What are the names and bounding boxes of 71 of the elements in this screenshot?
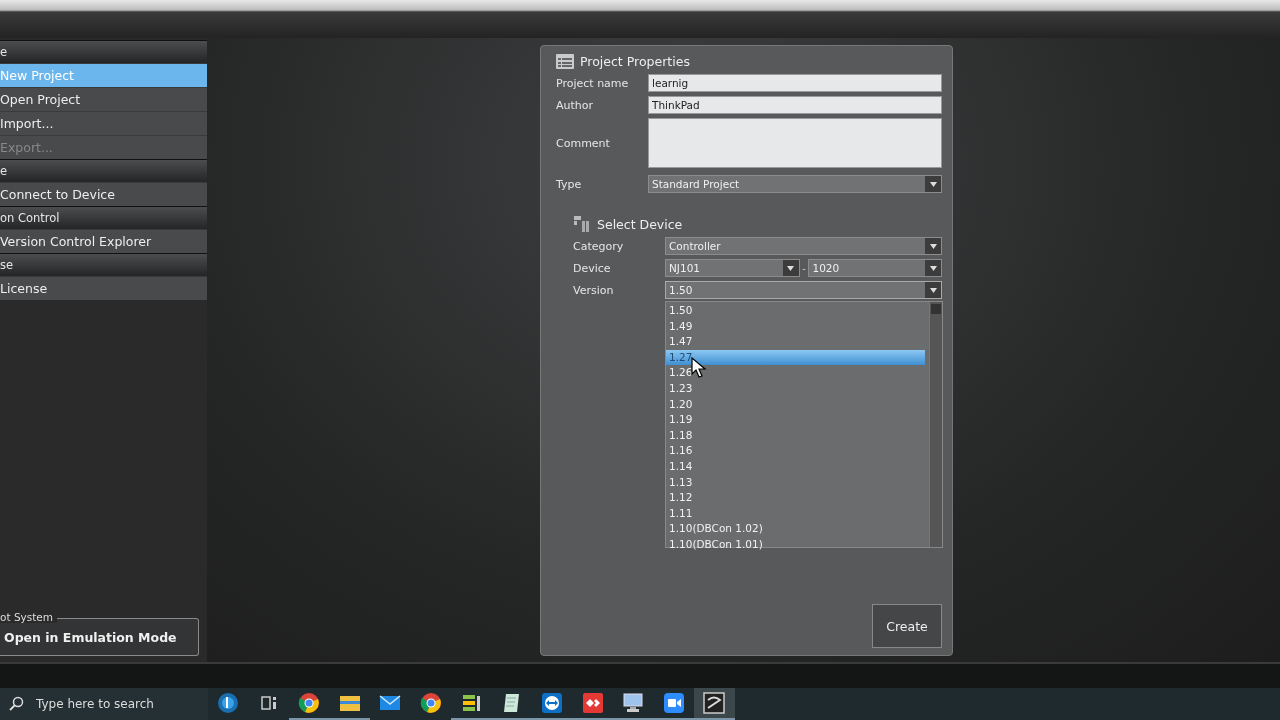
field-label: Project name — [556, 76, 630, 90]
text-field[interactable]: learnig — [648, 74, 942, 92]
dropdown-option[interactable]: 1.14 — [666, 458, 925, 475]
device-dropdown[interactable]: NJ101 — [665, 259, 800, 277]
scrollbar[interactable] — [929, 302, 942, 547]
app-icon — [703, 692, 726, 714]
dropdown-option[interactable]: 1.20 — [666, 396, 925, 413]
mouse-pointer-icon — [691, 357, 707, 379]
caret-icon — [929, 243, 937, 249]
caret-icon — [929, 181, 937, 187]
section-title: Select Device — [597, 216, 683, 232]
list-icon — [556, 54, 574, 69]
create-button[interactable]: Create — [872, 604, 942, 648]
taskbar-app[interactable] — [694, 688, 735, 720]
comment-field[interactable] — [648, 118, 942, 168]
section-header: se — [0, 253, 207, 276]
search-placeholder: Type here to search — [36, 697, 154, 711]
dropdown-option[interactable]: 1.50 — [666, 303, 925, 319]
task-view-icon — [259, 695, 278, 711]
dropdown-option[interactable]: 1.19 — [666, 412, 925, 428]
field-label: Category — [573, 239, 625, 253]
emulation-button[interactable]: Open in Emulation Mode — [0, 625, 177, 647]
dropdown-option[interactable]: 1.27 — [666, 349, 925, 366]
folder-icon — [338, 694, 361, 712]
menu-item[interactable]: Import... — [0, 111, 207, 135]
field-label: Device — [573, 261, 612, 275]
field-label: Comment — [556, 136, 611, 150]
menu-item[interactable]: Open Project — [0, 87, 207, 111]
dropdown-option[interactable]: 1.11 — [666, 505, 925, 522]
caret-icon — [929, 287, 937, 293]
browser-icon — [298, 692, 321, 714]
section-header: e — [0, 159, 207, 182]
remote-icon — [541, 692, 564, 714]
version-dropdown[interactable]: 1.50 — [665, 281, 942, 299]
notepad-icon — [501, 692, 522, 714]
menu-item[interactable]: Version Control Explorer — [0, 229, 207, 253]
text-field[interactable]: ThinkPad — [648, 96, 942, 114]
mail-icon — [379, 695, 402, 711]
field-label: Version — [573, 283, 615, 297]
separator-text: - — [801, 262, 807, 274]
dropdown-option[interactable]: 1.16 — [666, 443, 925, 459]
dropdown-option[interactable]: 1.13 — [666, 474, 925, 491]
field-label: Type — [556, 177, 583, 191]
menu-item[interactable]: Connect to Device — [0, 182, 207, 206]
search-field[interactable]: Type here to search — [0, 688, 208, 720]
section-header: on Control — [0, 206, 207, 229]
section-header: e — [0, 40, 207, 63]
video-camera-icon — [662, 692, 685, 714]
dropdown-option[interactable]: 1.47 — [666, 334, 925, 350]
dropdown-option[interactable]: 1.49 — [666, 318, 925, 335]
dropdown-option[interactable]: 1.18 — [666, 427, 925, 444]
dropdown-option[interactable]: 1.23 — [666, 380, 925, 397]
caret-icon — [929, 265, 937, 271]
stack-icon — [460, 692, 483, 714]
type-dropdown[interactable]: Standard Project — [648, 175, 942, 193]
device-icon — [573, 215, 591, 233]
browser-icon — [419, 692, 442, 714]
dialog-title: Project Properties — [580, 54, 690, 69]
dropdown-option[interactable]: 1.12 — [666, 490, 925, 506]
assistant-icon — [217, 692, 240, 714]
group-title: ot System — [0, 611, 58, 623]
field-label: Author — [556, 98, 595, 112]
computer-icon — [622, 692, 645, 714]
search-icon — [8, 696, 24, 712]
category-dropdown[interactable]: Controller — [665, 237, 942, 255]
caret-icon — [787, 265, 794, 271]
menu-item[interactable]: License — [0, 276, 207, 300]
model-dropdown[interactable]: 1020 — [808, 259, 942, 277]
dropdown-option[interactable]: 1.26 — [666, 365, 925, 381]
dropdown-option[interactable]: 1.10(DBCon 1.02) — [666, 521, 925, 537]
dropdown-option[interactable]: 1.10(DBCon 1.01) — [666, 536, 925, 553]
